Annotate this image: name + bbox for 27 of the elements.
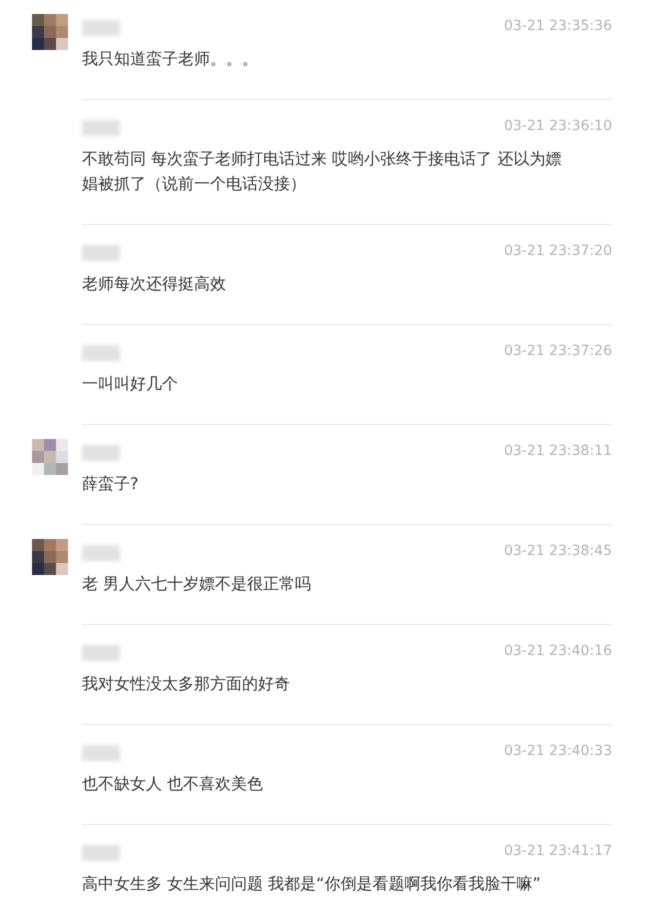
message-text: 老 男人六七十岁嫖不是很正常吗 (82, 573, 312, 595)
message-time: 03-21 23:38:11 (504, 443, 612, 459)
message-time: 03-21 23:37:20 (504, 243, 612, 259)
message-time: 03-21 23:35:36 (504, 18, 612, 34)
blurred-name (82, 445, 120, 461)
message-time: 03-21 23:40:33 (504, 743, 612, 759)
message-text: 薛蛮子? (82, 473, 140, 495)
message-text: 一叫叫好几个 (82, 373, 179, 395)
message-text: 不敢苟同 每次蛮子老师打电话过来 哎哟小张终于接电话了 还以为嫖娼被抓了（说前一个电话没接） (82, 148, 562, 195)
message-time: 03-21 23:37:26 (504, 343, 612, 359)
blurred-name (82, 245, 120, 261)
blurred-name (82, 745, 120, 761)
message-text: 老师每次还得挺高效 (82, 273, 227, 295)
blurred-name (82, 345, 120, 361)
blurred-name (82, 845, 120, 861)
message-time: 03-21 23:41:17 (504, 843, 612, 859)
message-text: 我对女性没太多那方面的好奇 (82, 673, 291, 695)
blurred-name (82, 645, 120, 661)
blurred-name (82, 20, 120, 36)
message-text: 我只知道蛮子老师。。。 (82, 48, 259, 70)
message-text: 也不缺女人 也不喜欢美色 (82, 773, 264, 795)
message-time: 03-21 23:36:10 (504, 118, 612, 134)
blurred-name (82, 120, 120, 136)
message-time: 03-21 23:38:45 (504, 543, 612, 559)
message-time: 03-21 23:40:16 (504, 643, 612, 659)
message-text: 高中女生多 女生来问问题 我都是“你倒是看题啊我你看我脸干嘛” (82, 873, 542, 895)
blurred-name (82, 545, 120, 561)
